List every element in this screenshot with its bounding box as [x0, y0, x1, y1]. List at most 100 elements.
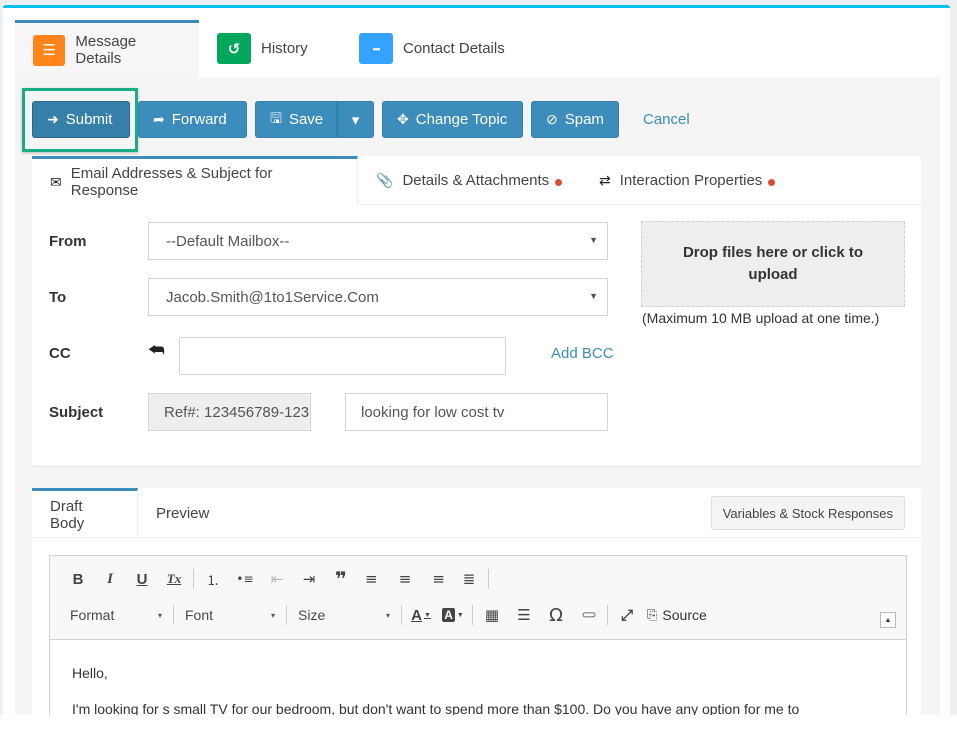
required-indicator	[555, 178, 563, 186]
tab-preview[interactable]: Preview	[138, 488, 227, 538]
horizontal-line-icon[interactable]: ☰	[508, 603, 540, 627]
floppy-disk-icon: 🖫	[270, 109, 282, 126]
ban-icon: ⊘	[546, 111, 558, 127]
from-select[interactable]: --Default Mailbox-- ▼	[148, 222, 608, 260]
editor-toolbar: B I U Tx ⒈ •≡ ⇤ ⇥ ❞ ≡ ≡ ≡ ≣ Format ▾ Fon…	[50, 556, 906, 640]
bg-color-glyph: A	[442, 608, 455, 622]
cancel-link[interactable]: Cancel	[643, 111, 690, 128]
add-bcc-link[interactable]: Add BCC	[551, 345, 614, 362]
special-character-icon[interactable]: Ω	[540, 603, 572, 627]
dropdown-arrow-icon: ▼	[589, 291, 598, 301]
chevron-down-icon: ▾	[157, 611, 162, 620]
tab-email-addresses[interactable]: ✉ Email Addresses & Subject for Response	[32, 156, 358, 205]
remove-format-icon[interactable]: Tx	[158, 567, 190, 591]
text-color-icon[interactable]: A ▼	[405, 603, 437, 627]
tab-message-details[interactable]: ☰ Message Details	[15, 20, 199, 77]
from-label: From	[49, 233, 87, 250]
bulleted-list-icon[interactable]: •≡	[229, 567, 261, 591]
chevron-down-icon: ▾	[270, 611, 275, 620]
to-select[interactable]: Jacob.Smith@1to1Service.Com ▼	[148, 278, 608, 316]
subject-input[interactable]: looking for low cost tv	[345, 393, 608, 431]
tab-label: Details & Attachments	[402, 172, 550, 189]
message-details-content: ➜ Submit ➦ Forward 🖫 Save ▾ ✥ Change Top…	[15, 77, 940, 725]
tab-history[interactable]: ↺ History	[199, 20, 341, 77]
top-tabs: ☰ Message Details ↺ History ••• Contact …	[15, 20, 940, 77]
cc-label: CC	[49, 345, 71, 362]
save-button-group: 🖫 Save ▾	[255, 101, 374, 138]
source-button[interactable]: ⎘ Source	[647, 607, 707, 623]
action-toolbar: ➜ Submit ➦ Forward 🖫 Save ▾ ✥ Change Top…	[32, 101, 690, 138]
reply-all-icon[interactable]: ⮪	[148, 340, 165, 361]
tab-details-attachments[interactable]: 📎 Details & Attachments	[358, 156, 581, 205]
required-indicator	[768, 178, 776, 186]
table-icon[interactable]: ▦	[476, 603, 508, 627]
justify-icon[interactable]: ≣	[453, 567, 485, 591]
dropdown-arrow-icon: ▼	[589, 235, 598, 245]
from-value: --Default Mailbox--	[166, 232, 290, 250]
submit-button[interactable]: ➜ Submit	[32, 101, 130, 138]
cc-input[interactable]	[179, 337, 506, 375]
toolbar-row-2: Format ▾ Font ▾ Size ▾ A ▼ A ▼ ▦ ☰ Ω ⊂⊃ …	[62, 603, 707, 627]
change-topic-button[interactable]: ✥ Change Topic	[382, 101, 523, 138]
exchange-icon: ⇄	[599, 172, 611, 188]
email-addresses-card: ✉ Email Addresses & Subject for Response…	[32, 156, 921, 466]
to-label: To	[49, 289, 67, 306]
tab-label: Draft Body	[50, 497, 85, 532]
save-label: Save	[288, 111, 324, 128]
toolbar-separator	[472, 605, 473, 625]
text-color-glyph: A	[411, 606, 422, 624]
spam-button[interactable]: ⊘ Spam	[531, 101, 619, 138]
link-icon[interactable]: ⊂⊃	[572, 603, 604, 627]
numbered-list-icon[interactable]: ⒈	[197, 567, 229, 591]
tab-contact-details[interactable]: ••• Contact Details	[341, 20, 523, 77]
variables-stock-responses-button[interactable]: Variables & Stock Responses	[710, 496, 905, 530]
indent-icon[interactable]: ⇥	[293, 567, 325, 591]
spam-label: Spam	[564, 111, 604, 128]
tab-draft-body[interactable]: Draft Body	[32, 488, 138, 538]
save-button[interactable]: 🖫 Save	[255, 101, 337, 138]
history-icon: ↺	[217, 33, 251, 64]
subject-label: Subject	[49, 404, 104, 421]
background-color-icon[interactable]: A ▼	[437, 603, 469, 627]
ellipsis-icon: •••	[359, 33, 393, 64]
envelope-icon: ✉	[50, 173, 62, 190]
maximize-icon[interactable]: ⤢	[611, 603, 643, 627]
align-center-icon[interactable]: ≡	[389, 567, 421, 591]
toolbar-separator	[193, 569, 194, 589]
save-dropdown-toggle[interactable]: ▾	[337, 101, 374, 138]
toolbar-separator	[173, 605, 174, 625]
size-label: Size	[298, 607, 326, 623]
source-icon: ⎘	[647, 607, 658, 622]
share-icon: ➦	[153, 111, 165, 127]
caret-down-icon: ▾	[351, 111, 360, 129]
toolbar-separator	[286, 605, 287, 625]
bold-icon[interactable]: B	[62, 567, 94, 591]
list-icon: ☰	[33, 34, 66, 66]
outdent-icon[interactable]: ⇤	[261, 567, 293, 591]
align-right-icon[interactable]: ≡	[421, 567, 453, 591]
file-dropzone[interactable]: Drop files here or click to upload	[641, 221, 905, 307]
underline-icon[interactable]: U	[126, 567, 158, 591]
collapse-toolbar-icon[interactable]: ▲	[880, 612, 896, 628]
font-dropdown[interactable]: Font ▾	[177, 603, 283, 627]
italic-icon[interactable]: I	[94, 567, 126, 591]
paperclip-icon: 📎	[376, 172, 394, 188]
upload-limit-note: (Maximum 10 MB upload at one time.)	[642, 310, 880, 326]
align-left-icon[interactable]: ≡	[357, 567, 389, 591]
draft-card: Draft Body Preview Variables & Stock Res…	[32, 488, 921, 725]
arrows-expand-icon: ✥	[397, 111, 409, 127]
forward-button[interactable]: ➦ Forward	[138, 101, 247, 138]
tab-label: History	[261, 40, 308, 57]
toolbar-separator	[607, 605, 608, 625]
size-dropdown[interactable]: Size ▾	[290, 603, 398, 627]
submit-label: Submit	[65, 111, 113, 128]
body-paragraph: Hello,	[72, 665, 108, 681]
editor-body[interactable]: Hello, I'm looking for s small TV for ou…	[50, 641, 906, 721]
to-value: Jacob.Smith@1to1Service.Com	[166, 288, 379, 306]
format-label: Format	[70, 607, 115, 623]
email-tabs: ✉ Email Addresses & Subject for Response…	[32, 156, 921, 205]
page-bottom	[0, 715, 957, 735]
format-dropdown[interactable]: Format ▾	[62, 603, 170, 627]
tab-interaction-properties[interactable]: ⇄ Interaction Properties	[581, 156, 793, 205]
blockquote-icon[interactable]: ❞	[325, 567, 357, 591]
